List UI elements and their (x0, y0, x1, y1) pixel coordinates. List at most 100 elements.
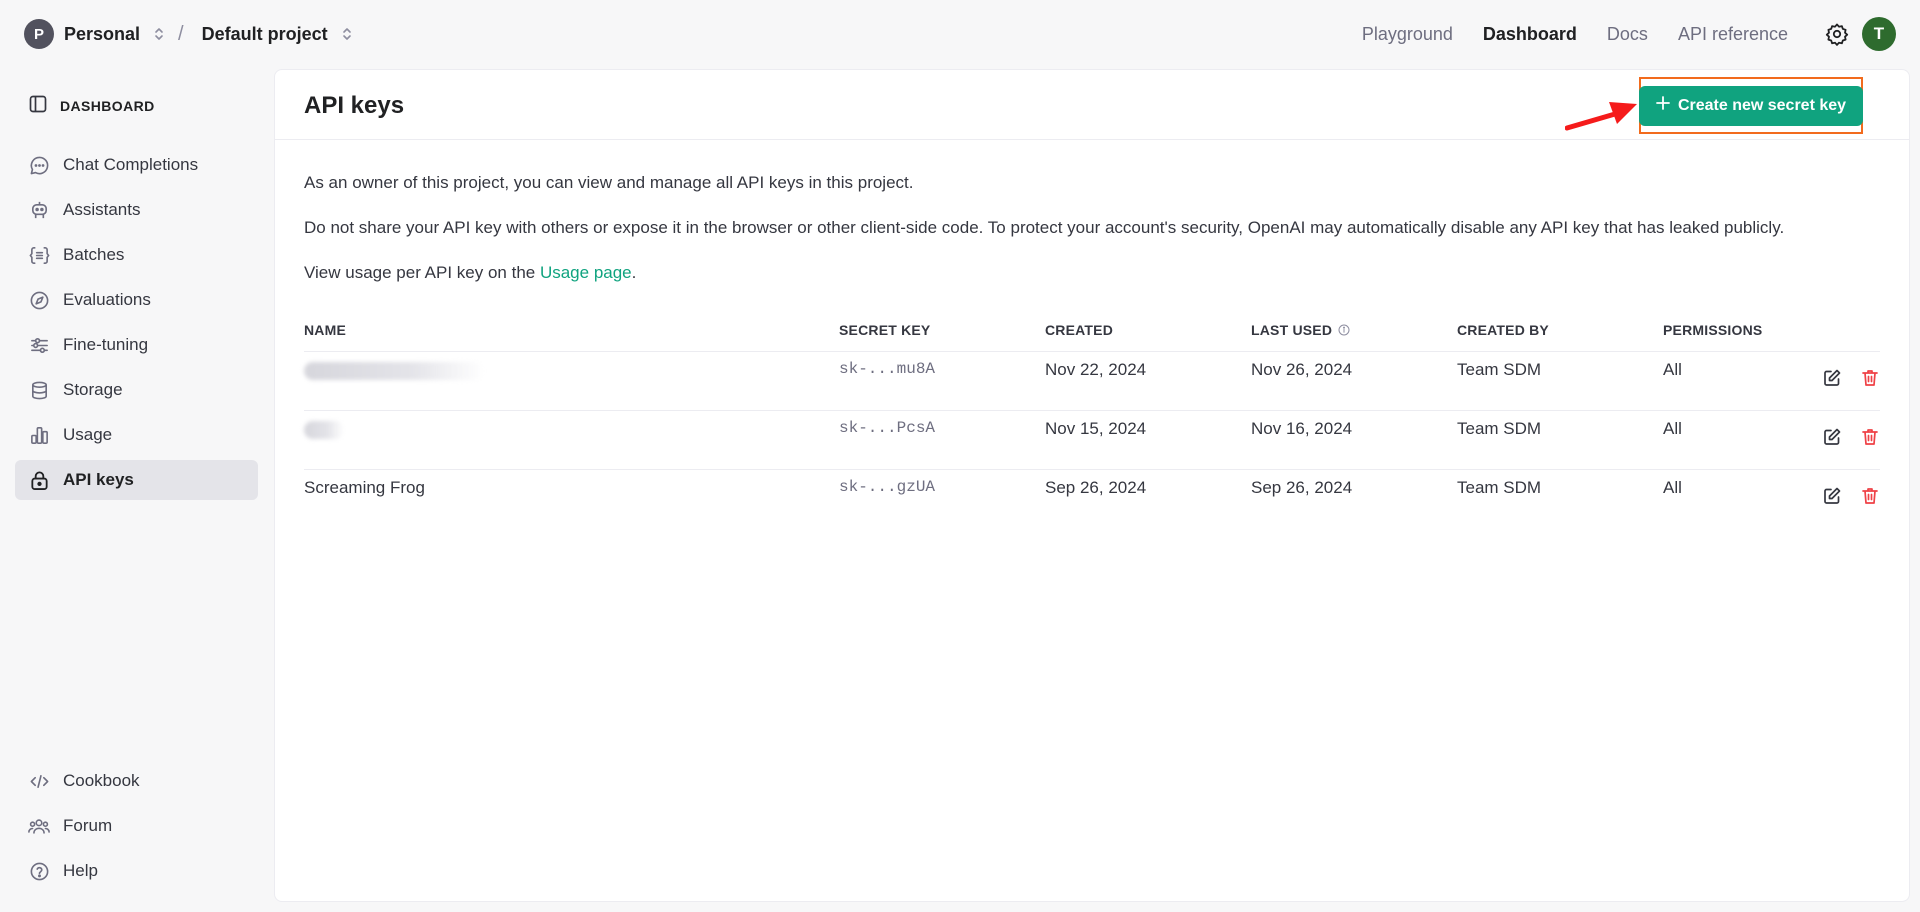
sidebar-item-label: Usage (63, 425, 113, 444)
edit-icon[interactable] (1822, 427, 1842, 452)
sidebar-item-evaluations[interactable]: Evaluations (15, 280, 258, 320)
trash-icon[interactable] (1860, 486, 1880, 511)
compass-icon (28, 289, 50, 311)
intro-text-warning: Do not share your API key with others or… (304, 218, 1785, 237)
table-header: NAME SECRET KEY CREATED LAST USED CREATE… (304, 322, 1880, 352)
sidebar-item-label: API keys (63, 470, 134, 489)
sidebar-item-fine-tuning[interactable]: Fine-tuning (15, 325, 258, 365)
sidebar-item-forum[interactable]: Forum (15, 806, 258, 846)
key-name-cell (304, 360, 839, 385)
column-header-created-by: CREATED BY (1457, 322, 1549, 338)
sidebar-header-label: DASHBOARD (60, 97, 155, 114)
nav-dashboard[interactable]: Dashboard (1483, 24, 1577, 45)
main-panel: API keys Create new secret key As an own… (274, 69, 1910, 902)
edit-icon[interactable] (1822, 486, 1842, 511)
column-header-secret-key: SECRET KEY (839, 322, 931, 338)
info-icon[interactable] (1338, 324, 1350, 336)
created-cell: Sep 26, 2024 (1045, 478, 1147, 497)
api-keys-table: NAME SECRET KEY CREATED LAST USED CREATE… (304, 322, 1880, 529)
sidebar-item-api-keys[interactable]: API keys (15, 460, 258, 500)
edit-icon[interactable] (1822, 368, 1842, 393)
secret-key-cell: sk-...PcsA (839, 419, 936, 437)
org-avatar: P (24, 19, 54, 49)
nav-playground[interactable]: Playground (1362, 24, 1453, 45)
sidebar-item-storage[interactable]: Storage (15, 370, 258, 410)
create-button-highlight: Create new secret key (1639, 77, 1863, 134)
intro-text-owner: As an owner of this project, you can vie… (304, 173, 914, 192)
trash-icon[interactable] (1860, 427, 1880, 452)
braces-list-icon (28, 244, 50, 266)
permissions-cell: All (1663, 478, 1682, 497)
sidebar-item-cookbook[interactable]: Cookbook (15, 761, 258, 801)
sidebar-item-label: Batches (63, 245, 125, 264)
user-avatar[interactable]: T (1862, 17, 1896, 51)
sidebar-item-assistants[interactable]: Assistants (15, 190, 258, 230)
chat-icon (28, 154, 50, 176)
sidebar-item-label: Evaluations (63, 290, 151, 309)
sidebar-item-label: Cookbook (63, 771, 140, 790)
sidebar-item-batches[interactable]: Batches (15, 235, 258, 275)
nav-docs[interactable]: Docs (1607, 24, 1648, 45)
plus-icon (1656, 96, 1670, 115)
project-name: Default project (201, 23, 328, 44)
usage-text-suffix: . (631, 263, 637, 282)
sliders-icon (28, 334, 50, 356)
row-actions (1822, 486, 1880, 511)
created-by-cell: Team SDM (1457, 360, 1542, 379)
created-cell: Nov 22, 2024 (1045, 360, 1147, 379)
sidebar-item-label: Chat Completions (63, 155, 199, 174)
chevron-up-down-icon (154, 26, 164, 42)
created-by-cell: Team SDM (1457, 419, 1542, 438)
last-used-cell: Nov 16, 2024 (1251, 419, 1353, 438)
top-nav: Playground Dashboard Docs API reference (1362, 21, 1850, 47)
top-bar: P Personal / Default project Playground … (0, 0, 1920, 68)
sidebar-item-label: Help (63, 861, 98, 880)
page-title: API keys (304, 92, 405, 119)
column-header-name: NAME (304, 322, 347, 338)
sidebar-header[interactable]: DASHBOARD (28, 94, 155, 117)
column-header-created: CREATED (1045, 322, 1114, 338)
usage-text: View usage per API key on the Usage page… (304, 263, 636, 283)
table-row: sk-...mu8A Nov 22, 2024 Nov 26, 2024 Tea… (304, 352, 1880, 411)
code-icon (28, 770, 50, 792)
sidebar-item-label: Forum (63, 816, 113, 835)
secret-key-cell: sk-...gzUA (839, 478, 936, 496)
usage-page-link[interactable]: Usage page (540, 263, 632, 282)
table-row: sk-...PcsA Nov 15, 2024 Nov 16, 2024 Tea… (304, 411, 1880, 470)
created-cell: Nov 15, 2024 (1045, 419, 1147, 438)
help-icon (28, 860, 50, 882)
sidebar-item-label: Assistants (63, 200, 141, 219)
permissions-cell: All (1663, 419, 1682, 438)
org-name: Personal (64, 23, 141, 44)
permissions-cell: All (1663, 360, 1682, 379)
org-switcher[interactable]: P Personal (24, 19, 164, 49)
column-header-last-used: LAST USED (1251, 322, 1333, 338)
nav-api-reference[interactable]: API reference (1678, 24, 1788, 45)
sidebar-item-label: Storage (63, 380, 123, 399)
sidebar-toggle-icon[interactable] (28, 94, 48, 117)
breadcrumb-separator: / (178, 22, 184, 45)
sidebar-item-chat-completions[interactable]: Chat Completions (15, 145, 258, 185)
redacted-key-name (304, 362, 484, 380)
lock-icon (28, 469, 50, 491)
gear-icon[interactable] (1824, 21, 1850, 47)
robot-icon (28, 199, 50, 221)
last-used-cell: Sep 26, 2024 (1251, 478, 1353, 497)
database-icon (28, 379, 50, 401)
bar-chart-icon (28, 424, 50, 446)
create-secret-key-label: Create new secret key (1677, 96, 1847, 114)
sidebar-item-help[interactable]: Help (15, 851, 258, 891)
create-secret-key-button[interactable]: Create new secret key (1639, 85, 1863, 126)
sidebar-item-usage[interactable]: Usage (15, 415, 258, 455)
secret-key-cell: sk-...mu8A (839, 360, 936, 378)
trash-icon[interactable] (1860, 368, 1880, 393)
usage-text-prefix: View usage per API key on the (304, 263, 540, 282)
row-actions (1822, 368, 1880, 393)
key-name-cell (304, 419, 839, 444)
project-switcher[interactable]: Default project (202, 24, 352, 45)
sidebar-nav: Chat Completions Assistants Batches Eval… (15, 145, 258, 505)
sidebar-item-label: Fine-tuning (63, 335, 149, 354)
sidebar: DASHBOARD Chat Completions Assistants Ba… (0, 68, 272, 912)
panel-header: API keys Create new secret key (275, 70, 1909, 140)
annotation-arrow (1565, 102, 1637, 131)
